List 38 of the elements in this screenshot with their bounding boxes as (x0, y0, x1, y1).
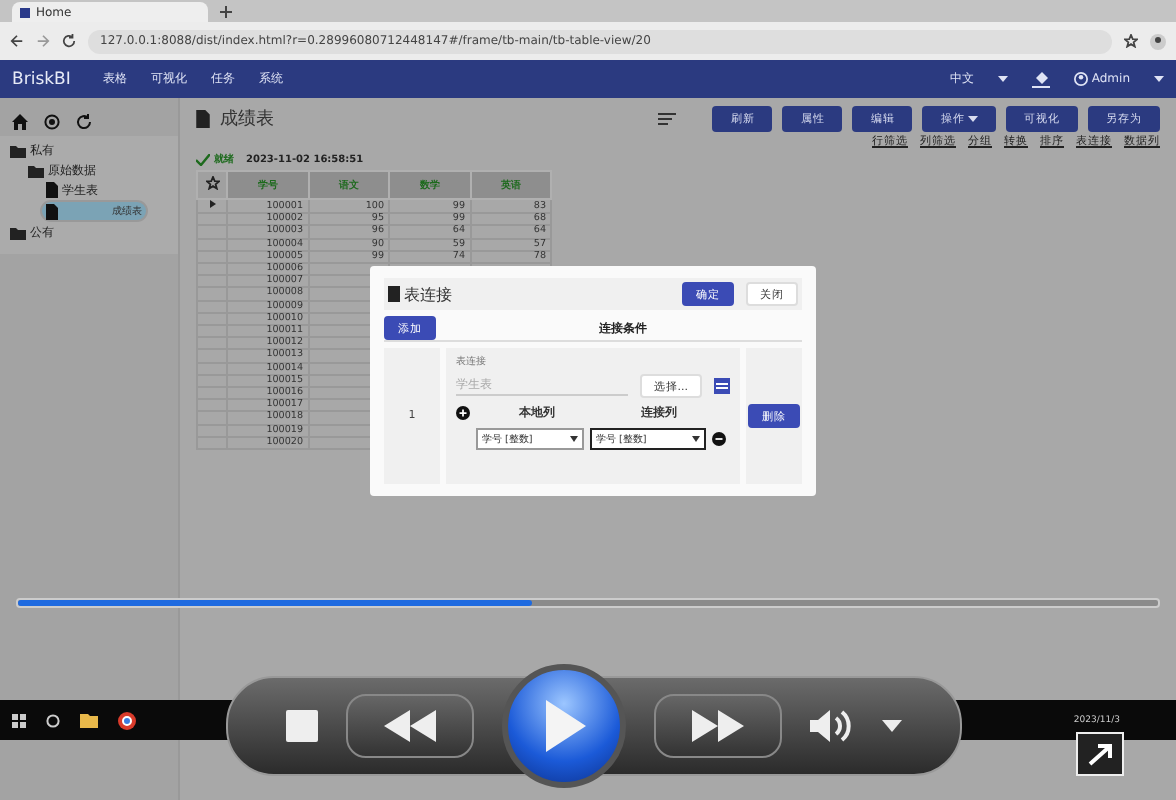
wrap-text-icon[interactable] (658, 112, 677, 126)
dropdown-arrow-icon[interactable] (882, 720, 902, 732)
rewind-button[interactable] (346, 694, 474, 758)
caret-icon[interactable] (997, 76, 1008, 82)
dialog-title: 表连接 (404, 283, 452, 305)
page-title: 成绩表 (220, 107, 274, 132)
fullscreen-button[interactable] (1076, 732, 1124, 776)
volume-icon[interactable] (810, 708, 854, 744)
play-icon (542, 700, 586, 752)
refresh-icon[interactable] (76, 114, 92, 130)
folder-icon (10, 225, 26, 239)
browser-icon[interactable] (118, 711, 136, 729)
caret-icon[interactable] (968, 116, 978, 122)
row-pointer-icon (209, 200, 215, 208)
brand-logo: BriskBI (12, 69, 71, 89)
rewind-icon (384, 710, 436, 742)
progress-bar[interactable] (16, 598, 1160, 608)
home-icon[interactable] (12, 114, 28, 130)
remove-circle-icon[interactable] (712, 432, 726, 446)
book-icon (388, 286, 400, 302)
caret-icon[interactable] (1154, 76, 1164, 82)
caret-icon[interactable] (692, 436, 700, 442)
user-icon[interactable] (1073, 72, 1088, 86)
expand-icon (1086, 742, 1114, 766)
star-icon[interactable] (205, 176, 219, 190)
folder-icon[interactable] (80, 713, 98, 727)
new-tab-icon[interactable] (220, 6, 232, 18)
caret-icon[interactable] (570, 436, 578, 442)
windows-icon[interactable] (12, 713, 26, 727)
fast-forward-icon (692, 710, 744, 742)
fast-forward-button[interactable] (654, 694, 782, 758)
back-icon[interactable] (10, 34, 24, 48)
check-icon (196, 153, 210, 165)
profile-icon[interactable] (1150, 33, 1166, 49)
reload-icon[interactable] (62, 34, 76, 48)
document-icon (196, 110, 210, 128)
table-icon[interactable] (714, 378, 730, 394)
star-icon[interactable] (1124, 34, 1138, 48)
